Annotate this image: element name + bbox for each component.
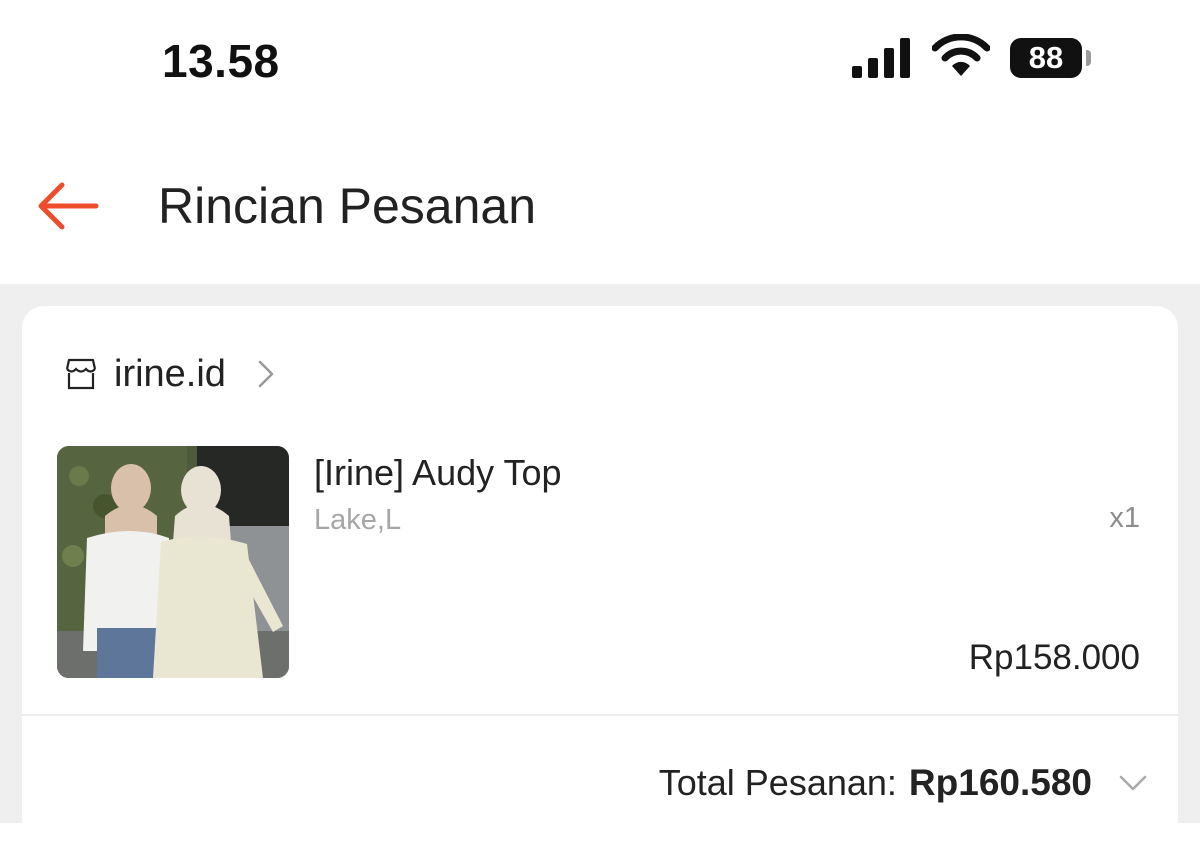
- order-card: irine.id [Irine] Audy Top Lake,L x1 Rp15…: [22, 306, 1178, 846]
- product-name[interactable]: [Irine] Audy Top: [314, 452, 562, 494]
- total-value: Rp160.580: [908, 762, 1092, 803]
- wifi-icon: [932, 34, 990, 76]
- signal-icon: [852, 38, 910, 78]
- product-image[interactable]: [57, 446, 289, 678]
- app-header: Rincian Pesanan: [0, 120, 1200, 284]
- status-time: 13.58: [162, 35, 280, 87]
- status-bar: 13.58 88: [0, 0, 1200, 120]
- battery-tip: [1086, 50, 1091, 66]
- shop-name: irine.id: [114, 352, 226, 395]
- product-price: Rp158.000: [968, 638, 1140, 677]
- total-label: Total Pesanan:: [658, 762, 897, 803]
- product-quantity: x1: [1109, 502, 1140, 534]
- chevron-right-icon: [258, 360, 274, 388]
- product-variant: Lake,L: [314, 504, 402, 536]
- chevron-down-icon: [1119, 775, 1147, 791]
- shop-link[interactable]: irine.id: [62, 350, 276, 398]
- page-title: Rincian Pesanan: [158, 178, 537, 234]
- arrow-left-icon[interactable]: [36, 180, 100, 232]
- divider: [22, 714, 1178, 716]
- store-icon: [65, 358, 97, 390]
- battery-icon: 88: [1010, 38, 1082, 78]
- order-total-toggle[interactable]: Total Pesanan: Rp160.580: [659, 758, 1148, 808]
- battery-level: 88: [1028, 40, 1064, 75]
